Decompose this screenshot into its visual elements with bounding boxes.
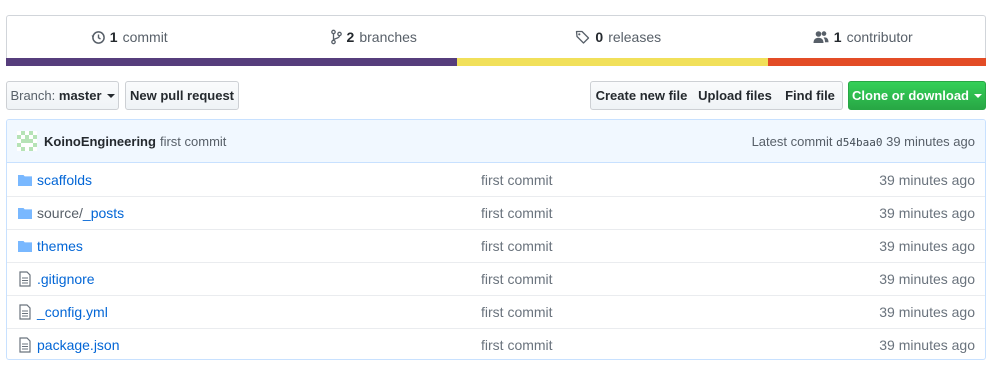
commit-sha-link[interactable]: d54baa0 <box>836 136 882 149</box>
find-file-button[interactable]: Find file <box>778 81 843 110</box>
file-rows: scaffolds first commit 39 minutes ago so… <box>7 163 985 359</box>
file-age: 39 minutes ago <box>879 304 975 320</box>
git-branch-icon <box>330 29 342 45</box>
clone-or-download-label: Clone or download <box>852 88 969 103</box>
file-text-icon <box>17 304 33 320</box>
commits-count: 1 <box>109 29 118 45</box>
folder-icon <box>17 205 33 221</box>
file-text-icon <box>17 271 33 287</box>
latest-commit-age: 39 minutes ago <box>886 133 975 149</box>
history-icon <box>91 29 105 45</box>
file-age: 39 minutes ago <box>879 205 975 221</box>
file-name-link[interactable]: themes <box>37 238 481 254</box>
language-bar[interactable] <box>6 58 986 66</box>
language-segment-2 <box>456 58 769 66</box>
file-name-leaf: _posts <box>82 205 125 221</box>
table-row: source/_posts first commit 39 minutes ag… <box>7 196 985 229</box>
file-navigation: Branch: master New pull request Create n… <box>6 81 986 110</box>
file-name-link[interactable]: source/_posts <box>37 205 481 221</box>
table-row: package.json first commit 39 minutes ago <box>7 328 985 359</box>
commit-author-link[interactable]: KoinoEngineering <box>44 134 156 149</box>
avatar[interactable] <box>17 131 37 151</box>
file-commit-message[interactable]: first commit <box>481 337 681 353</box>
file-name-link[interactable]: _config.yml <box>37 304 481 320</box>
releases-count: 0 <box>595 29 604 45</box>
file-age: 39 minutes ago <box>879 238 975 254</box>
branch-prefix: Branch: <box>10 88 56 103</box>
folder-icon <box>17 238 33 254</box>
latest-commit-bar: KoinoEngineering first commit Latest com… <box>7 120 985 163</box>
people-icon <box>813 29 829 45</box>
releases-link[interactable]: 0 releases <box>496 16 741 58</box>
file-name-link[interactable]: scaffolds <box>37 172 481 188</box>
table-row: _config.yml first commit 39 minutes ago <box>7 295 985 328</box>
file-table: KoinoEngineering first commit Latest com… <box>6 119 986 360</box>
commits-link[interactable]: 1 commit <box>7 16 252 58</box>
file-age: 39 minutes ago <box>879 171 975 188</box>
branches-label: branches <box>359 29 417 45</box>
table-row: .gitignore first commit 39 minutes ago <box>7 262 985 295</box>
contributors-label: contributor <box>846 29 913 45</box>
file-commit-message[interactable]: first commit <box>481 271 681 287</box>
repo-summary: 1 commit 2 branches 0 releases 1 contrib… <box>6 15 986 66</box>
branch-select-button[interactable]: Branch: master <box>6 81 119 110</box>
commit-message-link[interactable]: first commit <box>160 134 226 149</box>
latest-commit-info: Latest commit d54baa0 39 minutes ago <box>752 134 975 149</box>
table-row: themes first commit 39 minutes ago <box>7 229 985 262</box>
language-segment-1 <box>6 58 457 66</box>
file-commit-message[interactable]: first commit <box>481 205 681 221</box>
file-age: 39 minutes ago <box>879 271 975 287</box>
tag-icon <box>575 29 590 45</box>
folder-icon <box>17 172 33 188</box>
file-commit-message[interactable]: first commit <box>481 304 681 320</box>
file-age: 39 minutes ago <box>879 337 975 353</box>
file-text-icon <box>17 337 33 353</box>
chevron-down-icon <box>974 94 982 98</box>
language-segment-3 <box>768 58 986 66</box>
branches-link[interactable]: 2 branches <box>252 16 497 58</box>
file-name-prefix: source/ <box>37 205 83 221</box>
contributors-link[interactable]: 1 contributor <box>741 16 986 58</box>
upload-files-button[interactable]: Upload files <box>692 81 779 110</box>
file-name-link[interactable]: .gitignore <box>37 271 481 287</box>
chevron-down-icon <box>106 94 115 98</box>
latest-commit-label: Latest commit <box>751 133 833 149</box>
contributors-count: 1 <box>833 29 842 45</box>
file-commit-message[interactable]: first commit <box>481 172 681 188</box>
branches-count: 2 <box>346 29 355 45</box>
new-pull-request-button[interactable]: New pull request <box>125 81 239 110</box>
create-new-file-button[interactable]: Create new file <box>590 81 693 110</box>
releases-label: releases <box>608 29 662 45</box>
file-name-link[interactable]: package.json <box>37 337 481 353</box>
file-commit-message[interactable]: first commit <box>481 238 681 254</box>
commits-label: commit <box>122 29 168 45</box>
table-row: scaffolds first commit 39 minutes ago <box>7 163 985 196</box>
branch-name: master <box>58 88 102 103</box>
clone-or-download-button[interactable]: Clone or download <box>848 81 986 110</box>
